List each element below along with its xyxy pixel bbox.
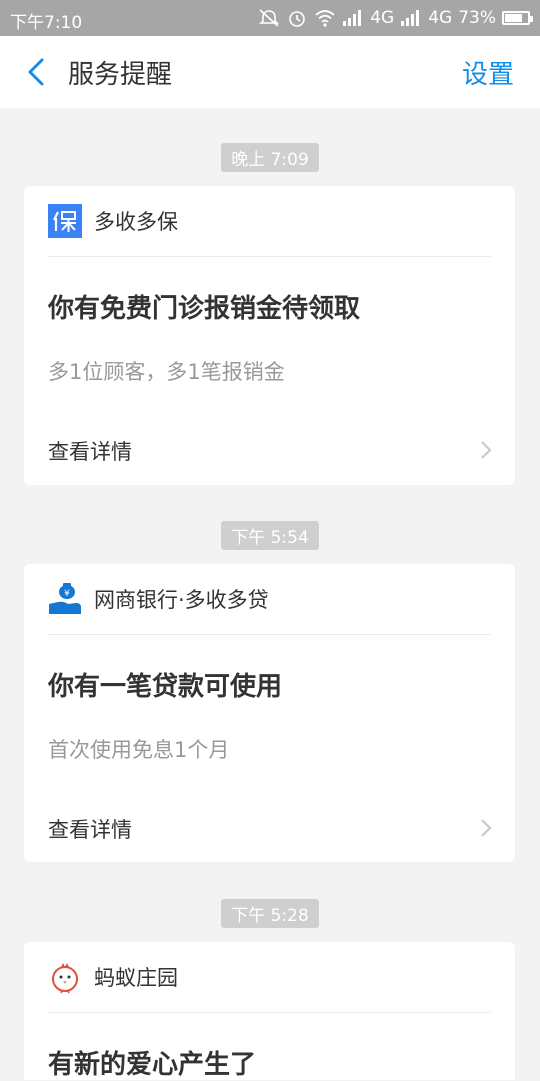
timestamp-row: 晚上 7:09	[0, 143, 540, 172]
message-timestamp: 晚上 7:09	[221, 143, 319, 172]
insurance-icon	[48, 204, 82, 238]
card-header: 多收多保	[48, 186, 491, 257]
message-timestamp: 下午 5:28	[221, 899, 319, 928]
svg-text:¥: ¥	[64, 589, 70, 599]
battery-percent: 73%	[458, 8, 496, 28]
back-arrow-icon[interactable]	[18, 52, 58, 92]
wifi-icon	[315, 10, 335, 27]
message-card[interactable]: 蚂蚁庄园 有新的爱心产生了	[24, 942, 515, 1080]
card-source-name: 网商银行·多收多贷	[94, 588, 269, 612]
settings-button[interactable]: 设置	[462, 54, 514, 91]
card-title: 你有免费门诊报销金待领取	[48, 294, 361, 324]
card-title: 有新的爱心产生了	[48, 1050, 257, 1080]
view-details-link[interactable]: 查看详情	[48, 436, 132, 466]
status-time: 下午7:10	[10, 13, 83, 33]
network-type-label: 4G	[370, 8, 395, 28]
message-card[interactable]: 多收多保 你有免费门诊报销金待领取 多1位顾客，多1笔报销金 查看详情	[24, 186, 515, 485]
timestamp-row: 下午 5:28	[0, 899, 540, 928]
card-description: 首次使用免息1个月	[48, 738, 230, 762]
network-type-label: 4G	[428, 8, 453, 28]
view-details-link[interactable]: 查看详情	[48, 814, 132, 844]
status-bar: 下午7:10 4G 4G 73%	[0, 0, 540, 36]
page-title: 服务提醒	[68, 60, 173, 90]
status-icons: 4G 4G 73%	[258, 8, 533, 28]
card-source-name: 多收多保	[94, 210, 178, 234]
signal-icon	[343, 10, 362, 26]
mute-notification-icon	[259, 9, 280, 27]
battery-icon	[502, 11, 533, 25]
timestamp-row: 下午 5:54	[0, 521, 540, 550]
message-timestamp: 下午 5:54	[221, 521, 319, 550]
card-header: ¥ 网商银行·多收多贷	[48, 564, 491, 635]
signal-icon	[401, 10, 420, 26]
card-header: 蚂蚁庄园	[48, 942, 491, 1013]
card-source-name: 蚂蚁庄园	[94, 966, 178, 990]
alarm-icon	[289, 11, 306, 27]
money-bag-hand-icon: ¥	[49, 583, 81, 614]
message-card[interactable]: ¥ 网商银行·多收多贷 你有一笔贷款可使用 首次使用免息1个月 查看详情	[24, 564, 515, 862]
card-title: 你有一笔贷款可使用	[48, 672, 283, 702]
chevron-right-icon[interactable]	[479, 439, 493, 461]
chevron-right-icon[interactable]	[479, 817, 493, 839]
nav-header: 服务提醒 设置	[0, 36, 540, 108]
chick-icon	[52, 963, 78, 994]
card-description: 多1位顾客，多1笔报销金	[48, 360, 285, 384]
